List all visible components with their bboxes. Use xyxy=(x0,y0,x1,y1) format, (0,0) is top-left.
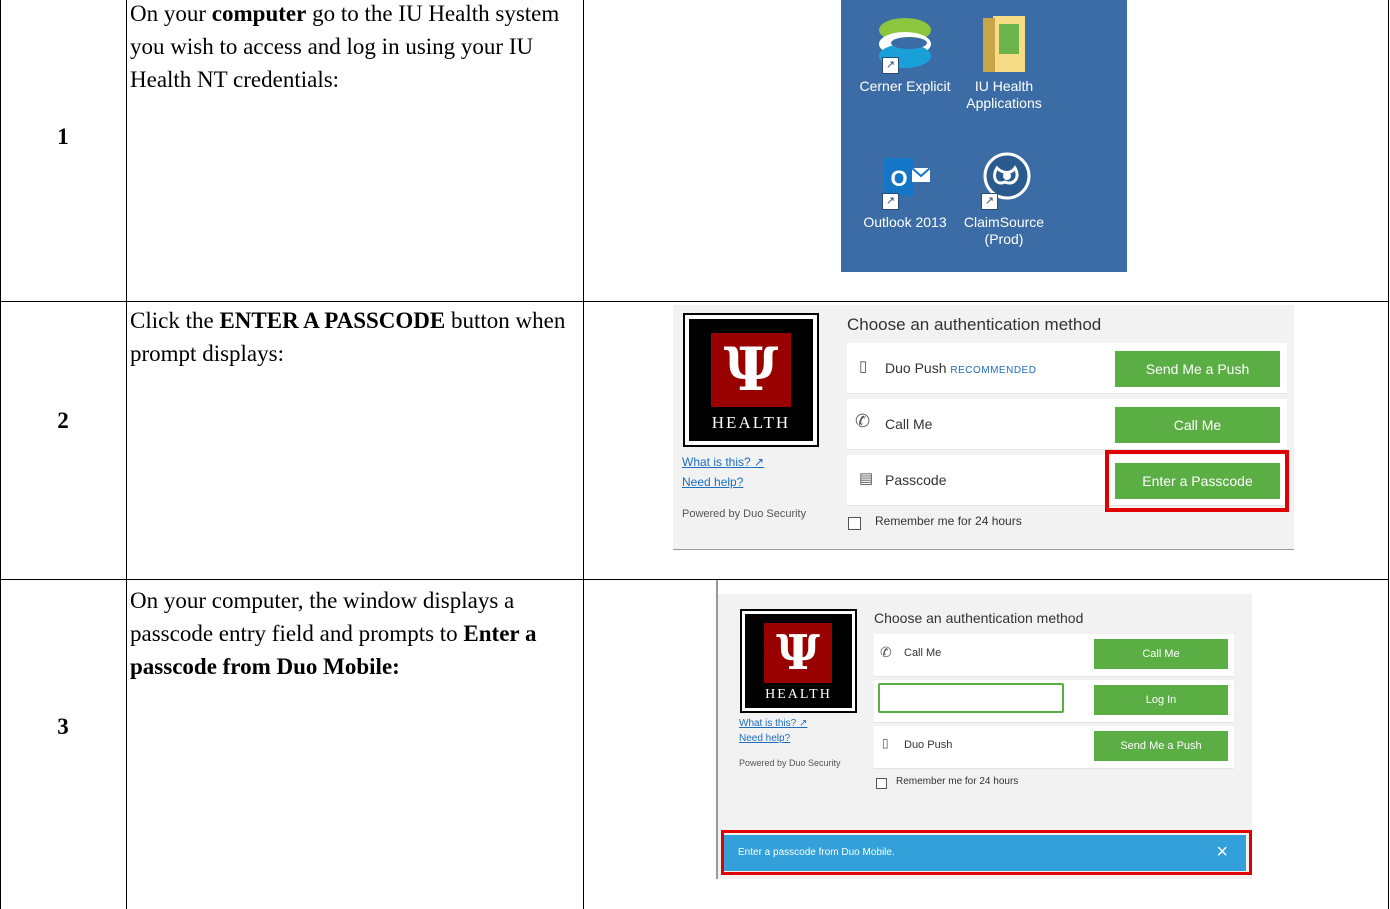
instruction-text: Click the xyxy=(130,308,220,333)
logo-text: HEALTH xyxy=(765,687,832,702)
shortcut-arrow-icon: ↗ xyxy=(882,57,899,74)
powered-by: Powered by Duo Security xyxy=(682,508,807,520)
trident-icon: Ψ xyxy=(723,335,779,405)
instruction-bold: ENTER A PASSCODE xyxy=(219,308,446,333)
method-label: Passcode xyxy=(885,472,947,488)
method-row-call: ✆ Call Me Call Me xyxy=(874,634,1234,677)
duo-prompt-screenshot: Ψ HEALTH What is this? ↗ Need help? Powe… xyxy=(673,305,1294,550)
logo-text: HEALTH xyxy=(711,413,791,432)
remember-checkbox[interactable] xyxy=(876,778,887,789)
need-help-link[interactable]: Need help? xyxy=(682,475,743,489)
phone-call-icon: ✆ xyxy=(855,411,871,431)
need-help-link[interactable]: Need help? xyxy=(739,733,790,744)
table-row-divider-2 xyxy=(0,579,1389,580)
phone-icon: ▯ xyxy=(882,736,889,750)
desktop-shortcut-cerner[interactable]: ↗ Cerner Explicit xyxy=(855,14,955,95)
trident-icon: Ψ xyxy=(776,625,820,681)
instruction-text: On your computer, the window displays a … xyxy=(130,588,515,646)
desktop-icon-label: Outlook 2013 xyxy=(863,214,947,230)
claimsource-icon: ↗ xyxy=(975,150,1033,210)
phone-icon: ▯ xyxy=(859,358,868,375)
step-instruction: Click the ENTER A PASSCODE button when p… xyxy=(130,304,570,370)
send-push-button[interactable]: Send Me a Push xyxy=(1094,731,1228,761)
step-instruction: On your computer go to the IU Health sys… xyxy=(130,0,570,96)
desktop-icon-label: Cerner Explicit xyxy=(859,78,951,94)
step-number: 1 xyxy=(57,124,69,149)
method-title: Choose an authentication method xyxy=(847,315,1102,334)
cerner-icon: ↗ xyxy=(876,14,934,74)
call-me-button[interactable]: Call Me xyxy=(1115,407,1280,443)
method-row-passcode-entry: Log In xyxy=(874,680,1234,723)
desktop-shortcut-claimsource[interactable]: ↗ ClaimSource (Prod) xyxy=(954,150,1054,248)
method-row-call: ✆ Call Me Call Me xyxy=(847,399,1287,450)
method-label: Call Me xyxy=(904,647,942,659)
method-row-push: ▯ Duo Push Send Me a Push xyxy=(874,726,1234,769)
log-in-button[interactable]: Log In xyxy=(1094,685,1228,715)
desktop-folder-iu-health-applications[interactable]: IU Health Applications xyxy=(954,14,1054,112)
link-text: What is this? xyxy=(739,718,797,729)
call-me-button[interactable]: Call Me xyxy=(1094,639,1228,669)
powered-by: Powered by Duo Security xyxy=(739,758,841,768)
table-column-divider-2 xyxy=(583,0,584,909)
method-name: Duo Push xyxy=(885,360,947,376)
remember-checkbox[interactable] xyxy=(848,517,861,530)
desktop-icon-label: IU Health Applications xyxy=(966,78,1042,111)
method-row-push: ▯ Duo Push RECOMMENDED Send Me a Push xyxy=(847,343,1287,394)
shortcut-arrow-icon: ↗ xyxy=(882,193,899,210)
method-label: Duo Push RECOMMENDED xyxy=(885,360,1036,376)
keypad-icon: ▤ xyxy=(859,470,874,487)
external-link-icon: ↗ xyxy=(799,718,808,729)
shortcut-arrow-icon: ↗ xyxy=(981,193,998,210)
step-instruction: On your computer, the window displays a … xyxy=(130,584,570,683)
method-label: Duo Push xyxy=(904,739,953,751)
divider xyxy=(673,549,1294,550)
send-push-button[interactable]: Send Me a Push xyxy=(1115,351,1280,387)
iu-health-logo: Ψ HEALTH xyxy=(740,609,857,713)
outlook-icon: O ↗ xyxy=(876,150,934,210)
highlight-box xyxy=(1105,450,1289,512)
desktop-screenshot: ↗ Cerner Explicit IU Health Applications… xyxy=(841,0,1127,272)
method-label: Call Me xyxy=(885,416,933,432)
iu-health-logo: Ψ HEALTH xyxy=(683,313,819,447)
step-number: 3 xyxy=(57,714,69,739)
step-number: 2 xyxy=(57,408,69,433)
table-row-divider-1 xyxy=(0,301,1389,302)
recommended-tag: RECOMMENDED xyxy=(950,365,1037,376)
table-column-divider-1 xyxy=(126,0,127,909)
desktop-icon-label: ClaimSource (Prod) xyxy=(963,214,1045,247)
what-is-this-link[interactable]: What is this? ↗ xyxy=(739,718,807,729)
desktop-shortcut-outlook[interactable]: O ↗ Outlook 2013 xyxy=(855,150,955,231)
svg-text:O: O xyxy=(890,166,907,191)
external-link-icon: ↗ xyxy=(754,455,765,469)
link-text: What is this? xyxy=(682,455,751,469)
what-is-this-link[interactable]: What is this? ↗ xyxy=(682,455,764,469)
window-edge xyxy=(716,580,718,879)
remember-label: Remember me for 24 hours xyxy=(896,776,1019,787)
folder-icon xyxy=(975,14,1033,72)
instruction-text: On your xyxy=(130,1,212,26)
passcode-input[interactable] xyxy=(878,683,1064,713)
instruction-bold: computer xyxy=(211,1,307,26)
phone-call-icon: ✆ xyxy=(880,644,892,660)
highlight-box xyxy=(721,830,1252,875)
method-title: Choose an authentication method xyxy=(874,610,1084,626)
table-border-right xyxy=(1388,0,1389,909)
remember-label: Remember me for 24 hours xyxy=(875,514,1022,528)
duo-passcode-screenshot: Ψ HEALTH What is this? ↗ Need help? Powe… xyxy=(716,580,1252,879)
